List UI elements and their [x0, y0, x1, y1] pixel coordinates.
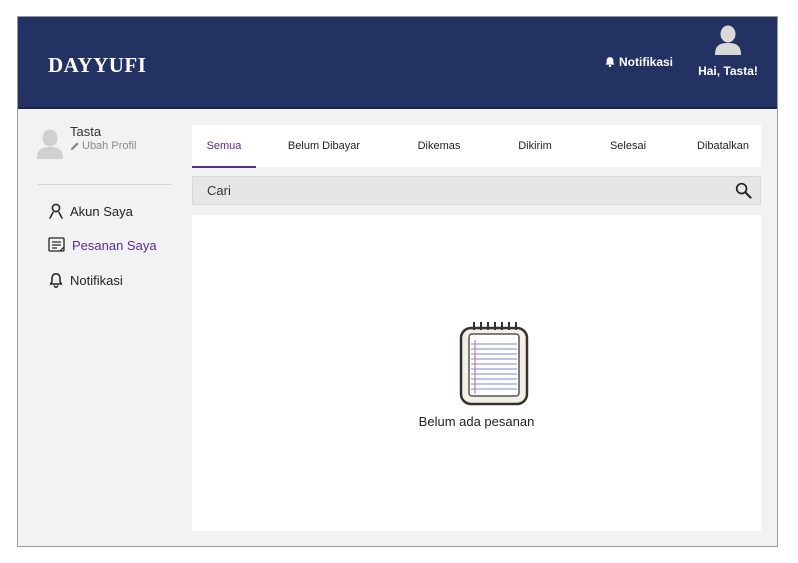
header-notifications-label: Notifikasi [619, 55, 674, 69]
bell-icon [49, 273, 63, 288]
sidebar-item-label: Notifikasi [70, 272, 123, 288]
header-bar: DAYYUFI Notifikasi Hai, Tasta! [18, 17, 777, 109]
user-avatar-icon [715, 25, 741, 55]
pencil-icon [70, 142, 79, 151]
notepad-icon [459, 322, 529, 406]
search-input[interactable] [193, 177, 737, 204]
user-menu[interactable]: Hai, Tasta! [697, 25, 759, 78]
orders-panel: Belum ada pesanan [192, 215, 761, 531]
empty-state-message: Belum ada pesanan [418, 414, 535, 429]
tab-belum-dibayar[interactable]: Belum Dibayar [278, 125, 370, 167]
header-notifications-link[interactable]: Notifikasi [604, 55, 673, 69]
sidebar-item-label: Akun Saya [70, 203, 133, 219]
sidebar-item-pesanan-saya[interactable]: Pesanan Saya [48, 237, 157, 253]
edit-profile-label: Ubah Profil [82, 140, 137, 152]
tab-dikirim[interactable]: Dikirim [503, 125, 567, 167]
sidebar-item-notifikasi[interactable]: Notifikasi [48, 272, 123, 288]
edit-profile-link[interactable]: Ubah Profil [70, 140, 136, 152]
app-window: DAYYUFI Notifikasi Hai, Tasta! Tasta Uba… [17, 16, 778, 547]
order-status-tabs: Semua Belum Dibayar Dikemas Dikirim Sele… [192, 125, 761, 168]
sidebar-divider [38, 184, 172, 185]
brand-logo[interactable]: DAYYUFI [48, 53, 146, 78]
sidebar-item-akun-saya[interactable]: Akun Saya [48, 203, 133, 219]
tab-dibatalkan[interactable]: Dibatalkan [687, 125, 759, 167]
profile-name: Tasta [70, 124, 102, 139]
bell-icon [605, 57, 615, 68]
tab-selesai[interactable]: Selesai [596, 125, 660, 167]
avatar [37, 129, 63, 159]
user-icon [49, 203, 63, 219]
user-greeting: Hai, Tasta! [698, 64, 758, 78]
search-icon[interactable] [735, 182, 752, 199]
search-bar [192, 176, 761, 205]
sidebar: Tasta Ubah Profil Akun Saya Pesanan Saya… [18, 109, 190, 546]
sidebar-item-label: Pesanan Saya [72, 237, 157, 253]
tab-dikemas[interactable]: Dikemas [405, 125, 473, 167]
order-list-icon [48, 237, 65, 252]
tab-semua[interactable]: Semua [192, 125, 256, 168]
